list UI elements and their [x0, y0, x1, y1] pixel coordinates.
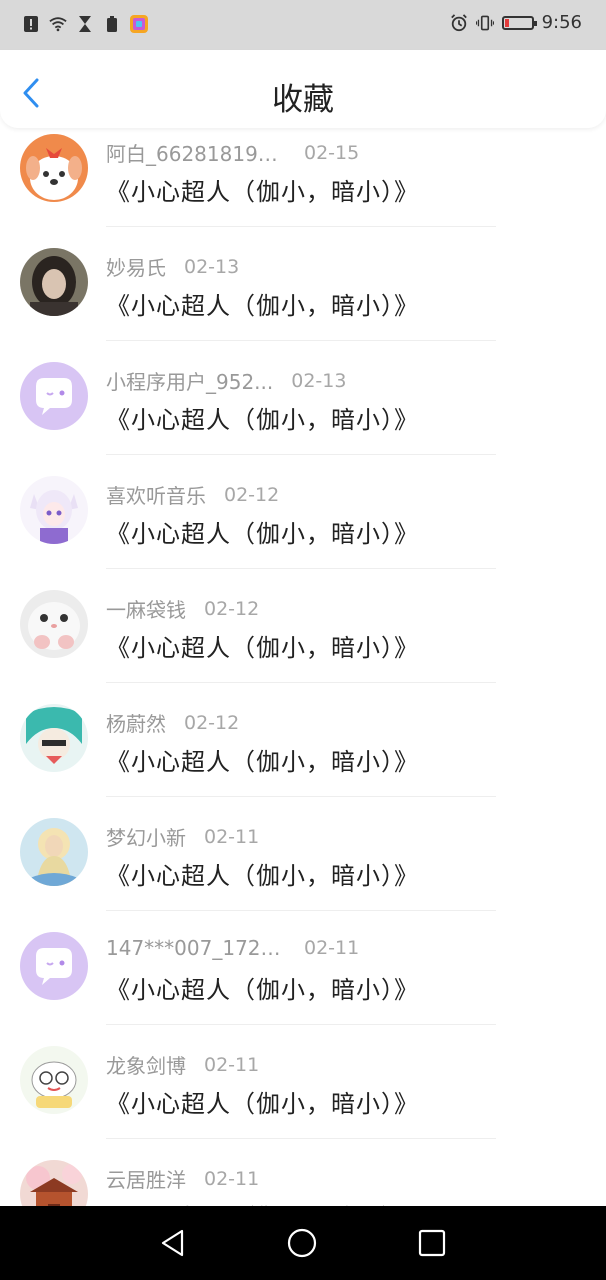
alarm-icon — [450, 13, 468, 33]
app-icon — [130, 14, 148, 34]
battery-saver-icon — [103, 14, 121, 34]
item-date: 02-12 — [184, 711, 240, 734]
item-meta: 小程序用户_952... 02-13 — [106, 366, 346, 395]
divider — [106, 1138, 496, 1139]
item-meta: 阿白_662818191... 02-15 — [106, 138, 359, 167]
user-name: 阿白_662818191... — [106, 142, 286, 166]
list-item[interactable]: 龙象剑博 02-11 《小心超人（伽小，暗小）》 — [0, 1040, 606, 1154]
divider — [106, 226, 496, 227]
user-name: 梦幻小新 — [106, 826, 186, 850]
item-date: 02-13 — [184, 255, 240, 278]
battery-level — [504, 18, 509, 27]
hourglass-icon — [76, 14, 94, 34]
divider — [106, 682, 496, 683]
item-meta: 一麻袋钱 02-12 — [106, 594, 259, 623]
item-meta: 147***007_1728... 02-11 — [106, 936, 359, 960]
item-title[interactable]: 《小心超人（伽小，暗小）》 — [106, 1198, 419, 1206]
item-title[interactable]: 《小心超人（伽小，暗小）》 — [106, 172, 419, 207]
item-date: 02-15 — [304, 141, 360, 164]
item-meta: 杨蔚然 02-12 — [106, 708, 239, 737]
cartoon-cat-avatar[interactable] — [20, 1046, 88, 1114]
user-name: 龙象剑博 — [106, 1054, 186, 1078]
puppy-avatar[interactable] — [20, 134, 88, 202]
item-meta: 云居胜洋 02-11 — [106, 1164, 259, 1193]
user-name: 杨蔚然 — [106, 712, 166, 736]
chat-bubble-avatar[interactable] — [20, 932, 88, 1000]
divider — [106, 910, 496, 911]
item-date: 02-12 — [204, 597, 260, 620]
wifi-icon — [49, 14, 67, 34]
clock: 9:56 — [541, 12, 582, 33]
list-item[interactable]: 喜欢听音乐 02-12 《小心超人（伽小，暗小）》 — [0, 470, 606, 584]
user-name: 妙易氏 — [106, 256, 166, 280]
divider — [106, 340, 496, 341]
item-title[interactable]: 《小心超人（伽小，暗小）》 — [106, 286, 419, 321]
list-item[interactable]: 梦幻小新 02-11 《小心超人（伽小，暗小）》 — [0, 812, 606, 926]
item-title[interactable]: 《小心超人（伽小，暗小）》 — [106, 856, 419, 891]
list-item[interactable]: 阿白_662818191... 02-15 《小心超人（伽小，暗小）》 — [0, 128, 606, 242]
vibrate-icon — [475, 13, 494, 33]
list-item[interactable]: 一麻袋钱 02-12 《小心超人（伽小，暗小）》 — [0, 584, 606, 698]
user-name: 小程序用户_952... — [106, 370, 274, 394]
item-title[interactable]: 《小心超人（伽小，暗小）》 — [106, 1084, 419, 1119]
divider — [106, 1024, 496, 1025]
list-item[interactable]: 147***007_1728... 02-11 《小心超人（伽小，暗小）》 — [0, 926, 606, 1040]
back-triangle-icon[interactable] — [158, 1228, 188, 1258]
temple-avatar[interactable] — [20, 1160, 88, 1206]
user-name: 147***007_1728... — [106, 936, 286, 960]
list-item[interactable]: 杨蔚然 02-12 《小心超人（伽小，暗小）》 — [0, 698, 606, 812]
item-date: 02-11 — [204, 825, 260, 848]
home-circle-icon[interactable] — [287, 1228, 317, 1258]
status-left-icons — [22, 14, 148, 34]
item-meta: 龙象剑博 02-11 — [106, 1050, 259, 1079]
list-item[interactable]: 妙易氏 02-13 《小心超人（伽小，暗小）》 — [0, 242, 606, 356]
item-date: 02-11 — [304, 937, 360, 959]
recent-square-icon[interactable] — [417, 1228, 447, 1258]
item-date: 02-11 — [204, 1167, 260, 1190]
item-title[interactable]: 《小心超人（伽小，暗小）》 — [106, 742, 419, 777]
list-item[interactable]: 云居胜洋 02-11 《小心超人（伽小，暗小）》 — [0, 1154, 606, 1206]
item-title[interactable]: 《小心超人（伽小，暗小）》 — [106, 514, 419, 549]
item-title[interactable]: 《小心超人（伽小，暗小）》 — [106, 970, 419, 1005]
item-meta: 梦幻小新 02-11 — [106, 822, 259, 851]
anime-girl-avatar[interactable] — [20, 476, 88, 544]
user-name: 云居胜洋 — [106, 1168, 186, 1192]
status-right-icons: 9:56 — [450, 12, 582, 33]
anime-character-avatar[interactable] — [20, 704, 88, 772]
chat-bubble-avatar[interactable] — [20, 362, 88, 430]
divider — [106, 568, 496, 569]
user-name: 喜欢听音乐 — [106, 484, 206, 508]
item-meta: 喜欢听音乐 02-12 — [106, 480, 279, 509]
item-date: 02-11 — [204, 1053, 260, 1076]
user-name: 一麻袋钱 — [106, 598, 186, 622]
divider — [106, 796, 496, 797]
item-title[interactable]: 《小心超人（伽小，暗小）》 — [106, 628, 419, 663]
girl-photo-avatar[interactable] — [20, 248, 88, 316]
alert-icon — [22, 14, 40, 34]
list-item[interactable]: 小程序用户_952... 02-13 《小心超人（伽小，暗小）》 — [0, 356, 606, 470]
page-title: 收藏 — [272, 82, 334, 118]
navigation-bar — [0, 1206, 606, 1280]
buddha-art-avatar[interactable] — [20, 818, 88, 886]
item-date: 02-13 — [291, 369, 347, 392]
battery-icon — [501, 15, 537, 30]
header: 收藏 — [0, 50, 606, 128]
status-bar: 9:56 — [0, 0, 606, 50]
item-title[interactable]: 《小心超人（伽小，暗小）》 — [106, 400, 419, 435]
item-date: 02-12 — [224, 483, 280, 506]
divider — [106, 454, 496, 455]
cat-avatar[interactable] — [20, 590, 88, 658]
favorites-list[interactable]: 阿白_662818191... 02-15 《小心超人（伽小，暗小）》 妙易氏 02-1… — [0, 128, 606, 1206]
item-meta: 妙易氏 02-13 — [106, 252, 239, 281]
